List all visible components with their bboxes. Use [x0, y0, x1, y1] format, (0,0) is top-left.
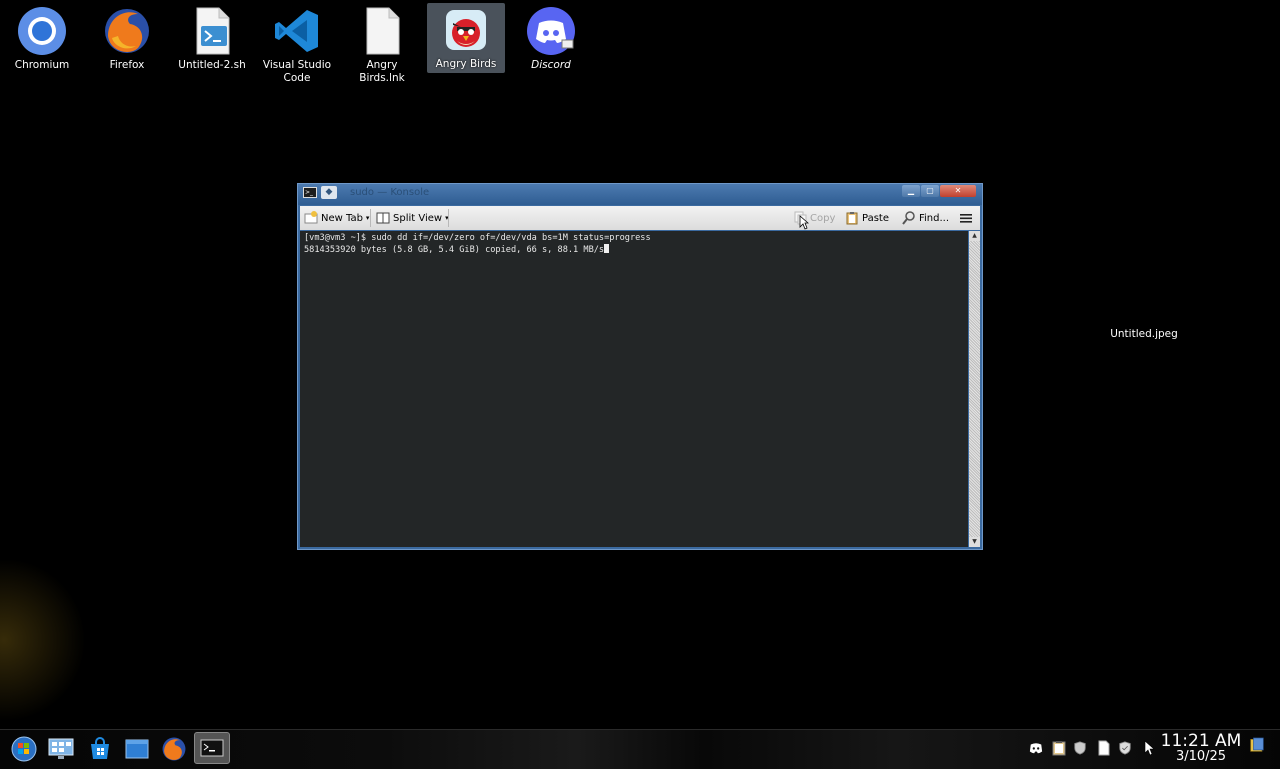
- desktop-icon-chromium[interactable]: Chromium: [3, 4, 81, 80]
- split-view-button[interactable]: Split View ▾: [376, 206, 449, 230]
- new-tab-button[interactable]: New Tab ▾: [304, 206, 369, 230]
- close-button[interactable]: ✕: [940, 185, 976, 197]
- konsole-window[interactable]: >_ ◆ sudo — Konsole ▁ ▢ ✕ New Tab ▾ Spli…: [297, 183, 983, 550]
- firefox-taskbar-button[interactable]: [159, 734, 189, 764]
- terminal-output[interactable]: [vm3@vm3 ~]$ sudo dd if=/dev/zero of=/de…: [300, 231, 968, 547]
- paste-button[interactable]: Paste: [845, 206, 889, 230]
- split-view-icon: [376, 211, 390, 225]
- terminal-line: [vm3@vm3 ~]$ sudo dd if=/dev/zero of=/de…: [304, 233, 651, 243]
- desktop-icon-vscode[interactable]: Visual Studio Code: [258, 4, 336, 84]
- new-tab-icon: [304, 211, 318, 225]
- pointer-icon[interactable]: [1142, 740, 1156, 756]
- desktop-icon-discord[interactable]: Discord: [512, 4, 590, 80]
- terminal-scrollbar[interactable]: ▲ ▼: [969, 231, 980, 547]
- clipboard-icon[interactable]: [1052, 740, 1066, 756]
- show-desktop-icon[interactable]: [1250, 737, 1264, 753]
- shield-check-icon[interactable]: [1118, 740, 1132, 756]
- paste-icon: [845, 211, 859, 225]
- toolbar-divider: [448, 209, 449, 227]
- konsole-toolbar: New Tab ▾ Split View ▾ Copy Paste Find..…: [300, 206, 980, 230]
- desktop-icon-label: Visual Studio Code: [262, 59, 332, 84]
- keep-above-icon[interactable]: ◆: [321, 186, 337, 199]
- find-button[interactable]: Find...: [902, 206, 949, 230]
- find-label: Find...: [919, 212, 950, 224]
- store-icon: [91, 737, 109, 759]
- konsole-taskbar-button[interactable]: [194, 732, 230, 764]
- desktop-icon-label: Untitled-2.sh: [178, 59, 246, 71]
- window-titlebar[interactable]: >_ ◆ sudo — Konsole ▁ ▢ ✕: [298, 184, 982, 205]
- clock-date[interactable]: 3/10/25: [1158, 749, 1244, 764]
- angry-birds-icon: [441, 5, 491, 55]
- shield-icon[interactable]: [1073, 740, 1087, 756]
- hamburger-menu-icon: [959, 211, 973, 225]
- vscode-icon: [272, 6, 322, 56]
- file-manager-button[interactable]: [122, 734, 152, 764]
- desktop-icon-label: Angry Birds: [435, 58, 497, 70]
- start-menu-icon: [11, 736, 37, 762]
- desktop-icon-angry-birds-lnk[interactable]: Angry Birds.lnk: [343, 4, 421, 84]
- copy-label: Copy: [810, 212, 836, 224]
- new-tab-label: New Tab: [321, 212, 363, 224]
- mouse-pointer-icon: [799, 215, 809, 230]
- desktop-icon-label: Discord: [531, 59, 571, 71]
- konsole-app-icon[interactable]: >_: [303, 187, 317, 198]
- desktop-icon-angry-birds[interactable]: Angry Birds: [427, 3, 505, 73]
- terminal-line-progress: 5814353920 bytes (5.8 GB, 5.4 GiB) copie…: [304, 244, 964, 256]
- firefox-icon: [102, 6, 152, 56]
- chromium-icon: [17, 6, 67, 56]
- paste-label: Paste: [862, 212, 889, 224]
- discord-tray-icon[interactable]: [1029, 740, 1043, 756]
- window-title: sudo — Konsole: [350, 187, 430, 198]
- maximize-button[interactable]: ▢: [921, 185, 939, 197]
- script-file-icon: [187, 6, 237, 56]
- search-icon: [902, 211, 916, 225]
- terminal-cursor: [604, 244, 610, 253]
- konsole-icon: [200, 739, 224, 757]
- desktop-icon-label: Angry Birds.lnk: [359, 59, 405, 84]
- desktop-icon-firefox[interactable]: Firefox: [88, 4, 166, 80]
- scroll-down-arrow-icon[interactable]: ▼: [969, 537, 980, 547]
- desktop-icon-untitled-sh[interactable]: Untitled-2.sh: [173, 4, 251, 80]
- desktop-file-untitled-jpeg[interactable]: Untitled.jpeg: [1096, 328, 1192, 340]
- document-icon[interactable]: [1097, 740, 1111, 756]
- firefox-icon: [162, 737, 186, 761]
- clock-time[interactable]: 11:21 AM: [1158, 731, 1244, 751]
- minimize-button[interactable]: ▁: [902, 185, 920, 197]
- blank-file-icon: [357, 6, 407, 56]
- taskbar: [0, 729, 1280, 769]
- system-settings-button[interactable]: [46, 734, 76, 764]
- start-menu-button[interactable]: [9, 734, 39, 764]
- toolbar-divider: [370, 209, 371, 227]
- desktop-icon-label: Chromium: [14, 59, 70, 71]
- desktop-icon-label: Firefox: [109, 59, 145, 71]
- store-button[interactable]: [85, 734, 115, 764]
- desktop-glow: [0, 560, 100, 720]
- scroll-up-arrow-icon[interactable]: ▲: [969, 231, 980, 241]
- system-settings-icon: [48, 738, 74, 759]
- file-manager-icon: [125, 739, 149, 759]
- discord-icon: [526, 6, 576, 56]
- hamburger-menu-button[interactable]: [959, 206, 973, 230]
- split-view-label: Split View: [393, 212, 443, 224]
- dd-progress-text: 5814353920 bytes (5.8 GB, 5.4 GiB) copie…: [304, 245, 605, 255]
